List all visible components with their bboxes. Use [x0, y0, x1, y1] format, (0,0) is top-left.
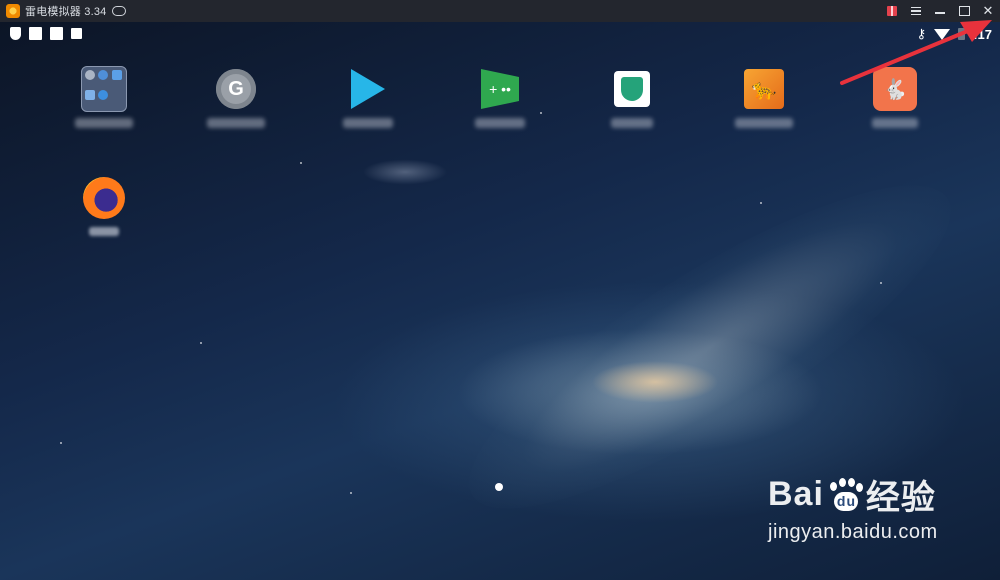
app-vpn[interactable]	[587, 66, 677, 128]
star	[60, 442, 62, 444]
status-bar-right: ⚷ :17	[917, 26, 992, 42]
notification-square-icon	[71, 28, 82, 39]
notification-square-icon	[50, 27, 63, 40]
app-label	[735, 118, 793, 128]
status-time: :17	[973, 26, 992, 42]
shield-icon	[10, 27, 21, 40]
app-play-store[interactable]	[323, 66, 413, 128]
notification-square-icon	[29, 27, 42, 40]
app-rabbit[interactable]: 🐇	[850, 66, 940, 128]
star	[760, 202, 762, 204]
menu-button[interactable]	[904, 0, 928, 22]
window-title: 雷电模拟器 3.34	[25, 6, 107, 18]
app-logo-icon	[6, 4, 20, 18]
star	[300, 162, 302, 164]
cheetah-icon: 🐆	[744, 69, 784, 109]
app-label	[75, 118, 133, 128]
baidu-watermark: Bai du 经验 jingyan.baidu.com	[768, 470, 938, 544]
app-label	[343, 118, 393, 128]
app-cm-browser[interactable]: 🐆	[719, 66, 809, 128]
gift-button[interactable]	[880, 0, 904, 22]
battery-icon	[958, 28, 966, 40]
app-play-games[interactable]: + ••	[455, 66, 545, 128]
app-label	[475, 118, 525, 128]
watermark-url: jingyan.baidu.com	[768, 521, 938, 543]
star	[880, 282, 882, 284]
google-play-icon	[351, 69, 385, 109]
app-label	[872, 118, 918, 128]
app-folder[interactable]	[59, 66, 149, 128]
page-indicator-dot[interactable]	[495, 483, 503, 491]
app-settings[interactable]: G	[191, 66, 281, 128]
settings-gear-icon: G	[216, 69, 256, 109]
minimize-button[interactable]	[928, 0, 952, 22]
wifi-icon	[934, 28, 951, 40]
star	[350, 492, 352, 494]
close-icon: ✕	[982, 3, 994, 18]
window-controls: ✕	[880, 0, 1000, 22]
rabbit-icon: 🐇	[873, 67, 917, 111]
vpn-key-icon: ⚷	[916, 26, 927, 41]
app-label	[611, 118, 653, 128]
watermark-brand: Bai	[768, 475, 824, 513]
play-games-icon: + ••	[481, 69, 519, 109]
app-label	[89, 227, 119, 236]
watermark-paw-text: du	[836, 492, 857, 509]
app-firefox[interactable]	[59, 175, 149, 236]
gamepad-icon[interactable]	[112, 6, 127, 16]
maximize-button[interactable]	[952, 0, 976, 22]
minimize-icon	[935, 12, 945, 14]
close-button[interactable]: ✕	[976, 0, 1000, 22]
vpn-shield-icon	[614, 71, 650, 107]
maximize-icon	[958, 6, 970, 16]
firefox-icon	[83, 177, 125, 219]
app-label	[207, 118, 265, 128]
watermark-suffix: 经验	[865, 479, 936, 517]
star	[200, 342, 202, 344]
folder-icon	[81, 66, 127, 112]
baidu-paw-icon: du	[826, 477, 864, 512]
status-bar-left	[10, 27, 82, 40]
menu-icon	[911, 7, 921, 15]
gift-icon	[887, 6, 897, 16]
emulator-titlebar: 雷电模拟器 3.34 ✕	[0, 0, 1000, 22]
